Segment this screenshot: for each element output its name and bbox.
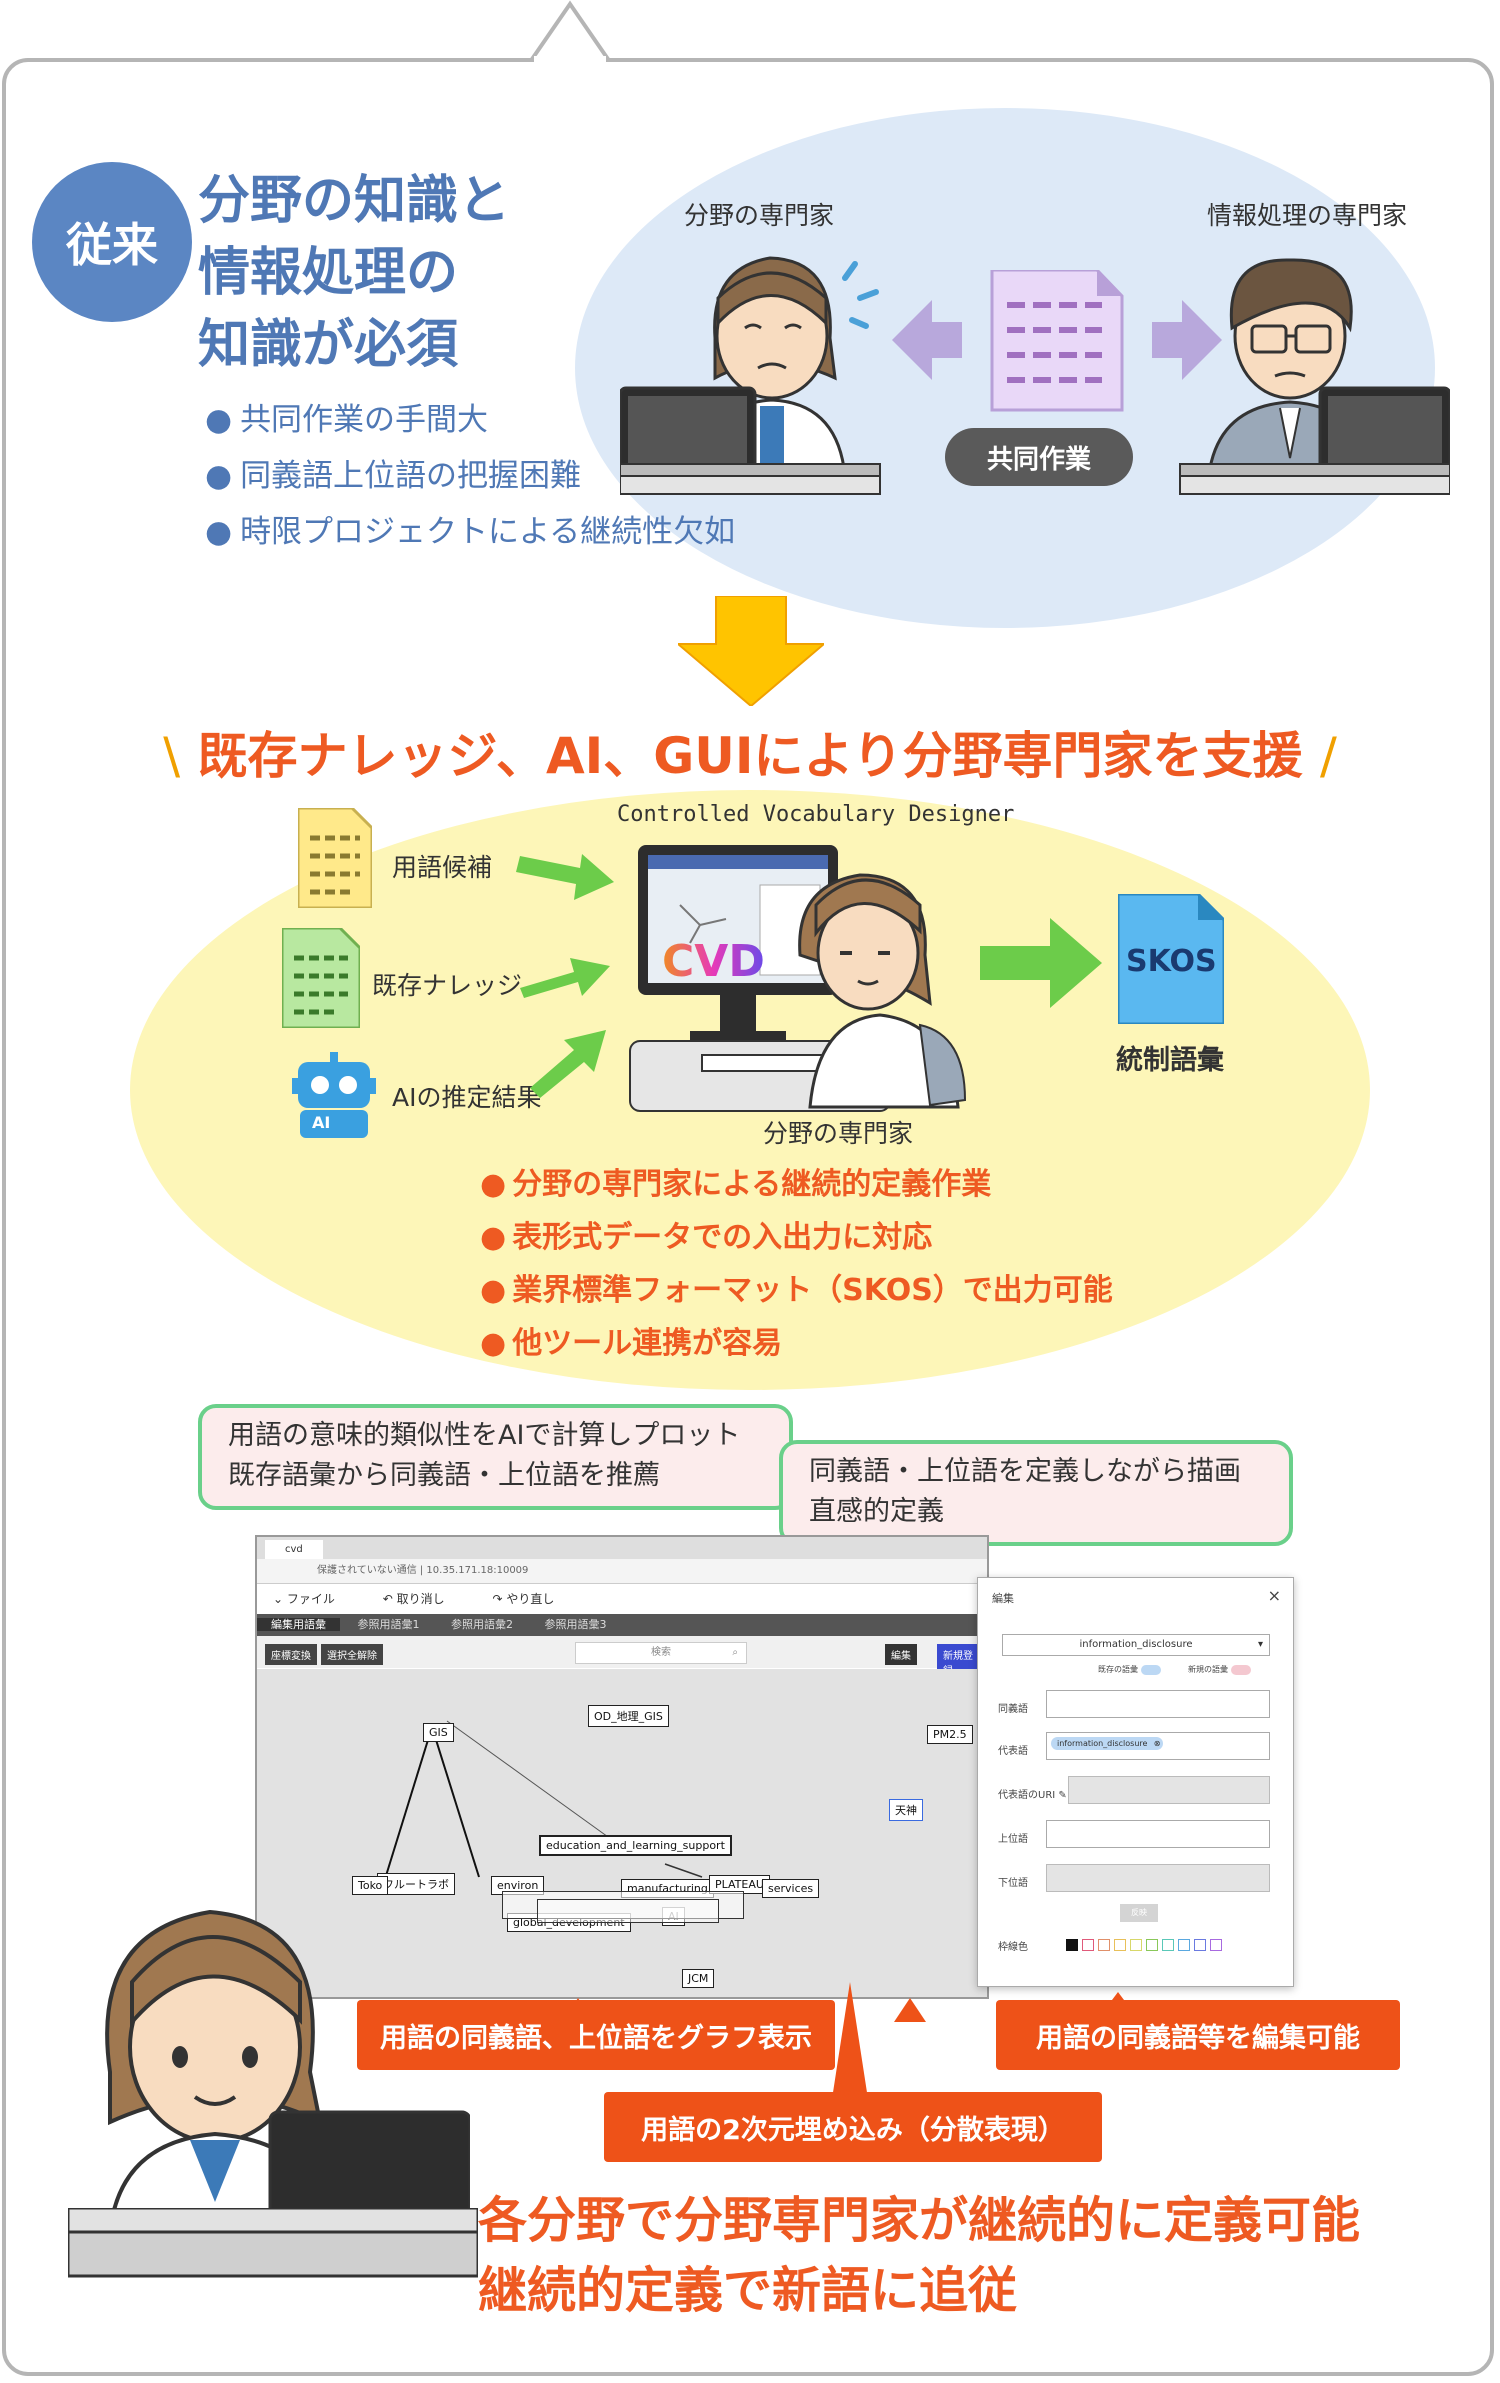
search-icon: ⌕ — [732, 1647, 738, 1658]
bullet-item: 業界標準フォーマット（SKOS）で出力可能 — [480, 1264, 1113, 1317]
undo-button[interactable]: ↶ 取り消し — [383, 1592, 467, 1606]
traditional-title: 分野の知識と 情報処理の 知識が必須 — [198, 171, 511, 375]
graph-node[interactable]: GIS — [423, 1723, 454, 1742]
input-arrows — [516, 854, 614, 1098]
tab-edit-vocab[interactable]: 編集用語彙 — [257, 1618, 340, 1631]
output-arrow — [980, 918, 1102, 1008]
term-chip: information_disclosure ⊗ — [1051, 1737, 1164, 1750]
border-color-label: 枠線色 — [998, 1942, 1028, 1953]
overlapping-node-cluster — [537, 1899, 719, 1923]
color-swatch[interactable] — [1194, 1939, 1206, 1951]
color-swatch[interactable] — [1162, 1939, 1174, 1951]
edit-panel-title: 編集 — [992, 1592, 1014, 1605]
synonym-label: 同義語 — [998, 1704, 1028, 1715]
term-candidates-doc-icon — [298, 808, 372, 908]
tab-ref-vocab-2[interactable]: 参照用語彙2 — [437, 1618, 527, 1631]
edit-button[interactable]: 編集 — [885, 1644, 917, 1665]
graph-node[interactable]: 天神 — [889, 1799, 923, 1821]
color-swatch[interactable] — [1066, 1939, 1078, 1951]
input-label: 既存ナレッジ — [372, 971, 523, 1000]
bullet-item: 他ツール連携が容易 — [480, 1317, 1113, 1370]
browser-tabbar: cvd — [257, 1537, 987, 1559]
domain-expert-label: 分野の専門家 — [684, 201, 835, 230]
tool-name: Controlled Vocabulary Designer — [617, 802, 1015, 827]
narrower-field — [1046, 1864, 1270, 1892]
embedding-label: 用語の2次元埋め込み（分散表現） — [604, 2092, 1102, 2162]
uri-label: 代表語のURI ✎ — [998, 1790, 1067, 1801]
color-swatch[interactable] — [1130, 1939, 1142, 1951]
robot-label: AI — [312, 1113, 331, 1132]
edit-panel: 編集 × information_disclosure ▾ 既存の語彙 新規の語… — [977, 1577, 1294, 1987]
editable-label: 用語の同義語等を編集可能 — [996, 2000, 1400, 2070]
color-swatch[interactable] — [1114, 1939, 1126, 1951]
address-bar[interactable]: 保護されていない通信 | 10.35.171.18:10009 — [257, 1559, 987, 1584]
cvd-expert-label: 分野の専門家 — [763, 1119, 914, 1148]
close-icon[interactable]: × — [1268, 1586, 1281, 1605]
bullet-item: 表形式データでの入出力に対応 — [480, 1211, 1113, 1264]
broader-field[interactable] — [1046, 1820, 1270, 1848]
slash-deco: \ — [163, 727, 181, 785]
bullet-item: 時限プロジェクトによる継続性欠如 — [205, 504, 735, 560]
controlled-vocab-label: 統制語彙 — [1116, 1045, 1224, 1076]
narrower-label: 下位語 — [998, 1878, 1028, 1889]
preferred-term-field[interactable]: information_disclosure ⊗ — [1046, 1732, 1270, 1760]
graph-node[interactable]: OD_地理_GIS — [588, 1705, 669, 1727]
robot-icon — [292, 1052, 376, 1138]
worried-expert-illustration — [620, 256, 881, 495]
down-arrow — [678, 596, 824, 706]
cvd-logo: CVD — [662, 936, 765, 987]
color-swatches — [1066, 1936, 1226, 1955]
synonym-field[interactable] — [1046, 1690, 1270, 1718]
color-swatch[interactable] — [1146, 1939, 1158, 1951]
bullet-item: 分野の専門家による継続的定義作業 — [480, 1158, 1113, 1211]
file-menu[interactable]: ⌄ ファイル — [273, 1592, 357, 1606]
broader-label: 上位語 — [998, 1834, 1028, 1845]
existing-knowledge-doc-icon — [282, 928, 360, 1028]
preferred-label: 代表語 — [998, 1746, 1028, 1757]
app-toolbar: 座標変換 選択全解除 検索 ⌕ 編集 新規登録 — [257, 1636, 987, 1680]
deselect-all-button[interactable]: 選択全解除 — [321, 1644, 383, 1665]
graph-display-label: 用語の同義語、上位語をグラフ表示 — [357, 2000, 835, 2070]
color-swatch[interactable] — [1082, 1939, 1094, 1951]
collab-badge: 共同作業 — [945, 428, 1133, 486]
vocab-tabs: 編集用語彙 参照用語彙1 参照用語彙2 参照用語彙3 — [257, 1614, 987, 1636]
legend-existing: 既存の語彙 — [1098, 1664, 1161, 1675]
pencil-icon[interactable]: ✎ — [1058, 1790, 1066, 1801]
graph-node[interactable]: services — [762, 1879, 820, 1898]
chevron-down-icon: ▾ — [1257, 1639, 1263, 1650]
frame-notch — [530, 0, 610, 62]
graph-node[interactable]: PM2.5 — [927, 1725, 973, 1744]
color-swatch[interactable] — [1098, 1939, 1110, 1951]
term-select[interactable]: information_disclosure ▾ — [1002, 1634, 1270, 1656]
drawing-callout: 同義語・上位語を定義しながら描画 直感的定義 — [779, 1440, 1293, 1546]
close-icon[interactable]: ⊗ — [1154, 1739, 1161, 1748]
coord-transform-button[interactable]: 座標変換 — [265, 1644, 317, 1665]
tab-ref-vocab-1[interactable]: 参照用語彙1 — [344, 1618, 434, 1631]
skos-doc-label: SKOS — [1126, 944, 1217, 979]
final-message: 各分野で分野専門家が継続的に定義可能 継続的定義で新語に追従 — [478, 2192, 1361, 2319]
legend-new: 新規の語彙 — [1188, 1664, 1251, 1675]
uri-field — [1068, 1776, 1270, 1804]
browser-tab[interactable]: cvd — [265, 1540, 323, 1559]
traditional-badge: 従来 — [32, 162, 192, 322]
support-bullets: 分野の専門家による継続的定義作業 表形式データでの入出力に対応 業界標準フォーマ… — [480, 1158, 1113, 1370]
app-menubar: ⌄ ファイル ↶ 取り消し ↷ やり直し — [257, 1584, 987, 1614]
input-label: 用語候補 — [392, 853, 493, 882]
color-swatch[interactable] — [1210, 1939, 1222, 1951]
tab-ref-vocab-3[interactable]: 参照用語彙3 — [531, 1618, 621, 1631]
redo-button[interactable]: ↷ やり直し — [492, 1592, 576, 1606]
graph-node[interactable]: education_and_learning_support — [539, 1835, 732, 1856]
apply-button[interactable]: 反映 — [1120, 1904, 1158, 1922]
search-input[interactable]: 検索 ⌕ — [575, 1642, 747, 1664]
desk-illustration — [68, 2208, 478, 2278]
slash-deco: / — [1319, 727, 1337, 785]
color-swatch[interactable] — [1178, 1939, 1190, 1951]
it-expert-illustration — [1179, 258, 1450, 495]
ai-similarity-callout: 用語の意味的類似性をAIで計算しプロット 既存語彙から同義語・上位語を推薦 — [198, 1404, 793, 1510]
it-expert-label: 情報処理の専門家 — [1207, 201, 1408, 230]
support-heading: \ 既存ナレッジ、AI、GUIにより分野専門家を支援 / — [163, 727, 1337, 785]
